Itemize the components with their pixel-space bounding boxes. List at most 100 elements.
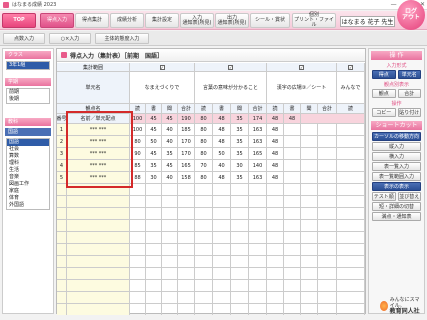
term-list[interactable]: 前期 後期	[6, 88, 50, 104]
score-cell[interactable]	[284, 184, 301, 196]
score-cell[interactable]	[337, 136, 365, 148]
score-cell[interactable]: 170	[178, 148, 195, 160]
score-cell[interactable]	[337, 256, 365, 268]
score-cell[interactable]	[267, 268, 284, 280]
score-cell[interactable]	[284, 292, 301, 304]
unit-name[interactable]: なまえづくりで	[130, 72, 195, 104]
score-cell[interactable]	[213, 208, 231, 220]
score-cell[interactable]	[318, 232, 337, 244]
score-cell[interactable]	[195, 244, 213, 256]
score-cell[interactable]: 48	[213, 172, 231, 184]
score-cell[interactable]: 35	[231, 172, 249, 184]
score-cell[interactable]	[146, 292, 162, 304]
tab-summary-settings[interactable]: 集計設定	[145, 13, 179, 28]
score-cell[interactable]	[146, 196, 162, 208]
score-cell[interactable]	[178, 280, 195, 292]
horizontal-input-button[interactable]: 横入力	[372, 152, 421, 161]
score-cell[interactable]	[284, 244, 301, 256]
score-cell[interactable]	[146, 280, 162, 292]
score-cell[interactable]	[301, 136, 318, 148]
score-cell[interactable]	[337, 220, 365, 232]
subject-item[interactable]: 理科	[7, 160, 49, 167]
score-cell[interactable]: 45	[146, 148, 162, 160]
range-check[interactable]: ✓	[267, 63, 337, 72]
score-cell[interactable]	[337, 160, 365, 172]
score-cell[interactable]	[318, 148, 337, 160]
score-cell[interactable]	[249, 196, 267, 208]
score-cell[interactable]	[318, 136, 337, 148]
score-cell[interactable]: 158	[178, 172, 195, 184]
score-cell[interactable]	[337, 244, 365, 256]
score-cell[interactable]	[284, 172, 301, 184]
score-cell[interactable]	[195, 280, 213, 292]
score-cell[interactable]	[301, 172, 318, 184]
max-score-cell[interactable]: 45	[162, 114, 178, 124]
subject-item[interactable]: 外国語	[7, 202, 49, 209]
score-cell[interactable]	[231, 292, 249, 304]
subject-list[interactable]: 国語 社会 算数 理科 生活 音楽 図画工作 家庭 体育 外国語	[6, 138, 50, 210]
score-cell[interactable]: 80	[195, 172, 213, 184]
score-cell[interactable]	[162, 304, 178, 315]
subtab-points[interactable]: 点数入力	[3, 33, 45, 44]
score-cell[interactable]	[130, 220, 146, 232]
unit-mode-button[interactable]: 単元名	[397, 70, 421, 79]
tab-analysis[interactable]: 成績分析	[110, 13, 144, 28]
score-cell[interactable]	[213, 184, 231, 196]
score-cell[interactable]	[146, 232, 162, 244]
score-cell[interactable]	[267, 292, 284, 304]
score-cell[interactable]	[301, 268, 318, 280]
score-cell[interactable]: 165	[249, 148, 267, 160]
tab-report-input[interactable]: 入力 通知表(所見)	[180, 13, 214, 28]
score-cell[interactable]	[231, 196, 249, 208]
score-cell[interactable]	[284, 280, 301, 292]
tab-report-output[interactable]: 出力 通知表(所見)	[215, 13, 249, 28]
score-cell[interactable]	[162, 280, 178, 292]
score-cell[interactable]	[284, 232, 301, 244]
checkbox-icon[interactable]: ✓	[228, 64, 233, 70]
score-cell[interactable]	[231, 256, 249, 268]
sort-button[interactable]: 並び替え	[397, 192, 421, 201]
score-cell[interactable]	[337, 280, 365, 292]
score-cell[interactable]	[231, 280, 249, 292]
subject-item[interactable]: 生活	[7, 167, 49, 174]
score-cell[interactable]	[301, 196, 318, 208]
max-score-cell[interactable]: 45	[146, 114, 162, 124]
score-cell[interactable]: 40	[162, 124, 178, 136]
range-check[interactable]: ✓	[130, 63, 195, 72]
subtab-attitude[interactable]: 主体的態度入力	[95, 33, 149, 44]
score-cell[interactable]	[301, 304, 318, 315]
score-mode-button[interactable]: 得点	[372, 70, 396, 79]
max-score-cell[interactable]: 48	[267, 114, 284, 124]
score-cell[interactable]: 45	[146, 124, 162, 136]
term-item[interactable]: 後期	[7, 96, 49, 103]
score-cell[interactable]	[318, 220, 337, 232]
score-cell[interactable]: 40	[162, 172, 178, 184]
score-cell[interactable]	[178, 304, 195, 315]
score-cell[interactable]	[231, 268, 249, 280]
score-cell[interactable]	[146, 220, 162, 232]
score-cell[interactable]	[267, 280, 284, 292]
score-cell[interactable]: 48	[267, 160, 284, 172]
score-cell[interactable]	[249, 184, 267, 196]
score-cell[interactable]	[318, 124, 337, 136]
score-cell[interactable]	[337, 124, 365, 136]
score-cell[interactable]	[337, 268, 365, 280]
score-cell[interactable]	[318, 184, 337, 196]
score-cell[interactable]	[195, 232, 213, 244]
score-cell[interactable]	[301, 244, 318, 256]
score-cell[interactable]	[318, 244, 337, 256]
score-cell[interactable]	[178, 232, 195, 244]
score-cell[interactable]	[162, 196, 178, 208]
score-cell[interactable]	[195, 196, 213, 208]
table-list-input-button[interactable]: 表一覧入力	[372, 162, 421, 171]
score-cell[interactable]	[162, 208, 178, 220]
score-cell[interactable]	[267, 196, 284, 208]
score-cell[interactable]	[267, 304, 284, 315]
score-cell[interactable]: 48	[267, 148, 284, 160]
subject-item[interactable]: 算数	[7, 153, 49, 160]
max-score-cell[interactable]	[301, 114, 365, 124]
score-cell[interactable]	[213, 196, 231, 208]
max-score-cell[interactable]: 174	[249, 114, 267, 124]
view-total-button[interactable]: 合計	[397, 89, 421, 98]
score-cell[interactable]	[301, 160, 318, 172]
